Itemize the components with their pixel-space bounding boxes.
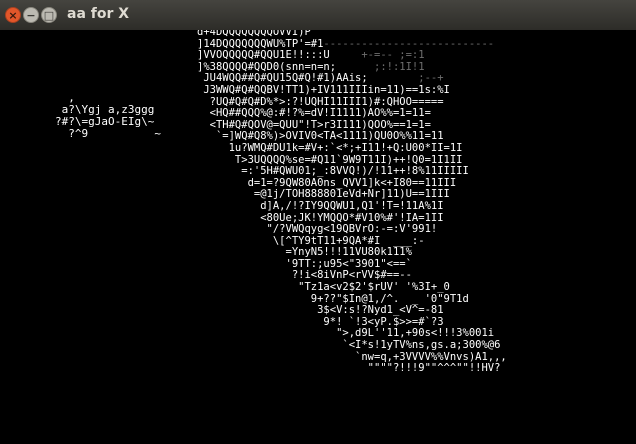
ascii-art-bright-layer: d+4DQQQQQQQQOVVI)P` ]14DQQQQQQQWU%TP'=#1… (197, 30, 507, 375)
ascii-art-small-text: , a?\Ygj a,z3ggg ?#?\=gJaO-EIg\~ ?^9 ~ (55, 91, 161, 140)
minimize-button[interactable]: − (23, 7, 39, 23)
app-window: × − □ aa for X -------------------------… (0, 0, 636, 444)
close-icon: × (8, 9, 18, 22)
maximize-icon: □ (43, 9, 55, 22)
maximize-button[interactable]: □ (41, 7, 57, 23)
ascii-art-canvas: --------------------------- +-=-- ;=:1 ;… (0, 30, 636, 444)
close-button[interactable]: × (5, 7, 21, 23)
minimize-icon: − (26, 9, 36, 22)
title-bar[interactable]: × − □ aa for X (0, 0, 636, 31)
window-title: aa for X (67, 6, 130, 22)
